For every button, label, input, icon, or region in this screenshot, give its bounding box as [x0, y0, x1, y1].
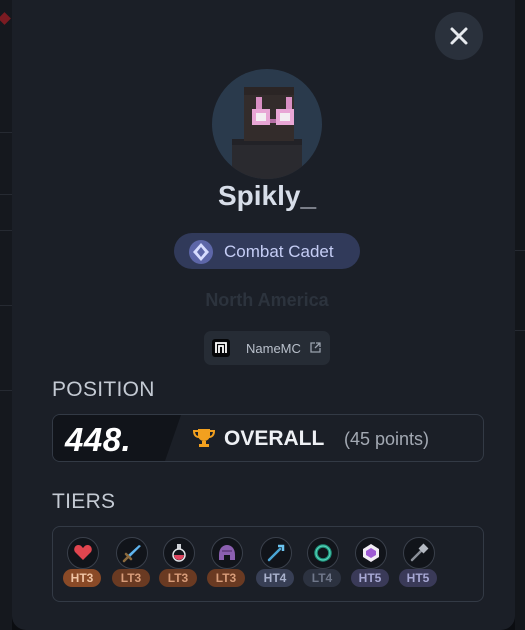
mace-icon	[410, 543, 429, 562]
tier-item[interactable]: LT4	[303, 535, 343, 595]
background-heart-icon	[0, 12, 11, 25]
rank-diamond-icon	[189, 240, 213, 264]
player-profile-modal: Spikly_ Combat Cadet North America NameM…	[12, 0, 515, 630]
namemc-label: NameMC	[246, 341, 301, 356]
close-button[interactable]	[435, 12, 483, 60]
overall-label: OVERALL	[224, 427, 325, 450]
tier-item[interactable]: HT3	[63, 535, 103, 595]
close-icon	[450, 27, 468, 45]
tier-badge: LT3	[112, 569, 150, 587]
potion-icon	[172, 544, 186, 562]
tier-badge: HT3	[63, 569, 101, 587]
namemc-logo-icon	[212, 339, 230, 357]
tier-badge: LT3	[207, 569, 245, 587]
tier-item[interactable]: LT3	[159, 535, 199, 595]
trophy-icon	[193, 429, 215, 447]
crystal-icon	[363, 544, 379, 562]
namemc-link-button[interactable]: NameMC	[204, 331, 330, 365]
tier-item[interactable]: HT5	[351, 535, 391, 595]
external-link-icon	[310, 342, 321, 353]
tier-badge: HT5	[399, 569, 437, 587]
player-region: North America	[205, 290, 329, 310]
ring-icon	[314, 544, 332, 562]
tier-item[interactable]: LT3	[112, 535, 152, 595]
heart-icon	[74, 545, 92, 560]
background-page-right	[515, 0, 525, 630]
tier-badge: LT3	[159, 569, 197, 587]
tier-badge: LT4	[303, 569, 341, 587]
tiers-card: HT3 LT3 LT3 LT3 HT4 LT4 HT5 HT5	[52, 526, 484, 602]
position-number: 448.	[65, 421, 132, 458]
sword-icon	[122, 545, 141, 563]
trident-icon	[267, 544, 285, 562]
rank-title: Combat Cadet	[224, 242, 334, 261]
player-name: Spikly_	[217, 180, 317, 211]
tier-item[interactable]: HT4	[256, 535, 296, 595]
tiers-section-title: TIERS	[52, 490, 116, 513]
tier-item[interactable]: LT3	[207, 535, 247, 595]
rank-badge: Combat Cadet	[174, 233, 360, 269]
player-avatar	[212, 69, 322, 179]
position-card: 448. OVERALL (45 points)	[52, 414, 484, 462]
tier-badge: HT5	[351, 569, 389, 587]
points-text: (45 points)	[344, 429, 430, 449]
background-page-left	[0, 0, 12, 630]
tier-badge: HT4	[256, 569, 294, 587]
tier-item[interactable]: HT5	[399, 535, 439, 595]
position-section-title: POSITION	[52, 378, 155, 401]
helmet-icon	[219, 545, 235, 560]
